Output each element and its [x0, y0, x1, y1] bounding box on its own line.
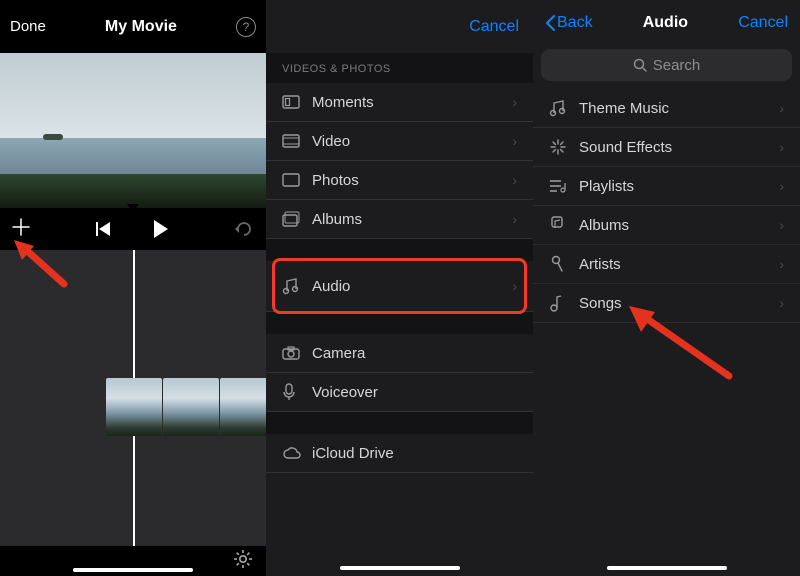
picker-header: Cancel — [266, 0, 533, 53]
row-icloud-drive[interactable]: iCloud Drive — [266, 434, 533, 473]
row-label: Songs — [579, 295, 779, 312]
transport-bar — [0, 208, 266, 250]
row-label: Video — [312, 133, 512, 150]
row-label: Artists — [579, 256, 779, 273]
video-preview[interactable] — [0, 53, 266, 208]
row-playlists[interactable]: Playlists › — [533, 167, 800, 206]
search-icon — [633, 58, 647, 72]
chevron-right-icon: › — [779, 295, 784, 311]
clip-thumbnail[interactable] — [220, 378, 266, 436]
row-label: Sound Effects — [579, 139, 779, 156]
done-button[interactable]: Done — [10, 18, 46, 35]
timeline[interactable] — [0, 250, 266, 546]
row-label: Voiceover — [312, 384, 517, 401]
row-audio[interactable]: Audio › — [266, 261, 533, 312]
song-note-icon — [549, 294, 579, 312]
editor-header: Done My Movie ? — [0, 0, 266, 53]
row-label: Camera — [312, 345, 517, 362]
row-albums[interactable]: Albums › — [533, 206, 800, 245]
media-picker-panel: Cancel VIDEOS & PHOTOS Moments › Video ›… — [266, 0, 533, 576]
chevron-right-icon: › — [512, 172, 517, 188]
play-button[interactable] — [152, 220, 168, 238]
back-label: Back — [557, 14, 593, 32]
chevron-right-icon: › — [512, 94, 517, 110]
row-label: Photos — [312, 172, 512, 189]
cloud-icon — [282, 446, 312, 460]
row-voiceover[interactable]: Voiceover — [266, 373, 533, 412]
video-icon — [282, 134, 312, 148]
section-header-videos-photos: VIDEOS & PHOTOS — [266, 53, 533, 83]
chevron-right-icon: › — [779, 256, 784, 272]
chevron-right-icon: › — [512, 211, 517, 227]
row-label: Albums — [312, 211, 512, 228]
settings-button[interactable] — [234, 550, 252, 573]
editor-panel: Done My Movie ? — [0, 0, 266, 576]
chevron-right-icon: › — [512, 133, 517, 149]
row-photos[interactable]: Photos › — [266, 161, 533, 200]
row-artists[interactable]: Artists › — [533, 245, 800, 284]
row-theme-music[interactable]: Theme Music › — [533, 89, 800, 128]
photos-icon — [282, 173, 312, 187]
chevron-right-icon: › — [779, 217, 784, 233]
row-sound-effects[interactable]: Sound Effects › — [533, 128, 800, 167]
chevron-left-icon — [545, 15, 555, 31]
row-songs[interactable]: Songs › — [533, 284, 800, 323]
burst-icon — [549, 138, 579, 156]
help-button[interactable]: ? — [236, 17, 256, 37]
music-note-icon — [549, 99, 579, 117]
chevron-right-icon: › — [779, 100, 784, 116]
albums-icon — [282, 211, 312, 227]
cancel-button[interactable]: Cancel — [469, 18, 519, 36]
audio-panel: Back Audio Cancel Search Theme Music › S… — [533, 0, 800, 576]
add-media-button[interactable] — [12, 218, 30, 240]
row-label: Playlists — [579, 178, 779, 195]
home-indicator — [73, 568, 193, 572]
playlist-icon — [549, 179, 579, 193]
row-label: Albums — [579, 217, 779, 234]
chevron-right-icon: › — [512, 278, 517, 294]
undo-button[interactable] — [234, 221, 254, 237]
cancel-button[interactable]: Cancel — [738, 14, 788, 32]
editor-footer — [0, 546, 266, 576]
microphone-icon — [549, 255, 579, 273]
media-sources-list: Moments › Video › Photos › Albums › — [266, 83, 533, 239]
project-title: My Movie — [105, 18, 177, 36]
camera-icon — [282, 346, 312, 360]
chevron-right-icon: › — [779, 139, 784, 155]
audio-title: Audio — [643, 14, 688, 32]
row-label: Theme Music — [579, 100, 779, 117]
skip-to-start-button[interactable] — [96, 222, 112, 236]
row-video[interactable]: Video › — [266, 122, 533, 161]
music-note-icon — [282, 277, 312, 295]
home-indicator — [340, 566, 460, 570]
clip-thumbnail[interactable] — [106, 378, 162, 436]
row-camera[interactable]: Camera — [266, 334, 533, 373]
audio-categories-list: Theme Music › Sound Effects › Playlists … — [533, 89, 800, 323]
audio-header: Back Audio Cancel — [533, 0, 800, 45]
moments-icon — [282, 95, 312, 109]
home-indicator — [607, 566, 727, 570]
back-button[interactable]: Back — [545, 14, 593, 32]
row-label: Audio — [312, 278, 512, 295]
row-albums[interactable]: Albums › — [266, 200, 533, 239]
search-field[interactable]: Search — [541, 49, 792, 81]
clip-thumbnail[interactable] — [163, 378, 219, 436]
row-label: iCloud Drive — [312, 445, 517, 462]
album-icon — [549, 216, 579, 234]
clip-track[interactable] — [106, 378, 266, 436]
row-moments[interactable]: Moments › — [266, 83, 533, 122]
chevron-right-icon: › — [779, 178, 784, 194]
microphone-icon — [282, 383, 312, 401]
row-label: Moments — [312, 94, 512, 111]
search-placeholder: Search — [653, 57, 701, 74]
